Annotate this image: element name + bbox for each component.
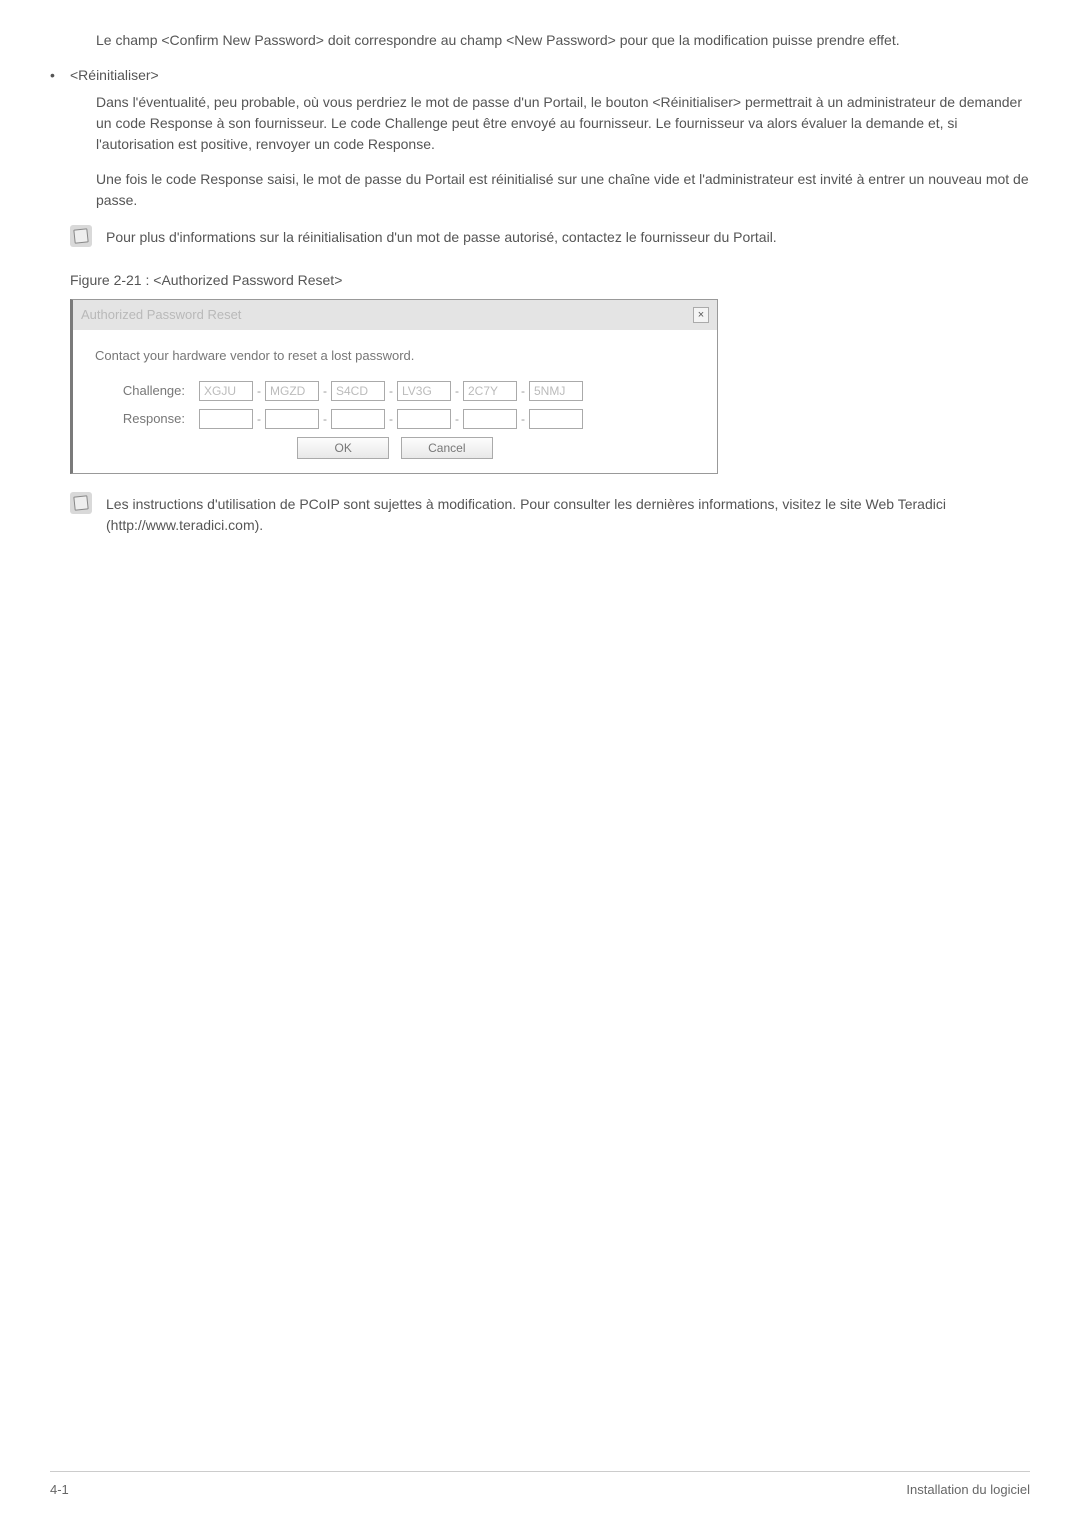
bullet-marker: •	[50, 65, 70, 86]
challenge-seg-2	[265, 381, 319, 401]
response-seg-5[interactable]	[463, 409, 517, 429]
page-footer: 4-1 Installation du logiciel	[50, 1471, 1030, 1500]
cancel-button[interactable]: Cancel	[401, 437, 493, 459]
response-seg-2[interactable]	[265, 409, 319, 429]
paragraph-confirm-match: Le champ <Confirm New Password> doit cor…	[96, 30, 1030, 51]
response-row: Response: - - - - -	[95, 409, 695, 429]
challenge-seg-5	[463, 381, 517, 401]
bullet-item-reinitialiser: • <Réinitialiser>	[50, 65, 1030, 86]
challenge-seg-6	[529, 381, 583, 401]
dash-icon: -	[521, 382, 525, 400]
footer-section-title: Installation du logiciel	[906, 1480, 1030, 1500]
note-text-2: Les instructions d'utilisation de PCoIP …	[106, 492, 1030, 536]
note-text-1: Pour plus d'informations sur la réinitia…	[106, 225, 1030, 248]
dash-icon: -	[389, 410, 393, 428]
challenge-label: Challenge:	[95, 381, 199, 401]
challenge-seg-1	[199, 381, 253, 401]
response-seg-4[interactable]	[397, 409, 451, 429]
dash-icon: -	[323, 410, 327, 428]
dialog-instruction: Contact your hardware vendor to reset a …	[95, 346, 695, 366]
challenge-seg-3	[331, 381, 385, 401]
note-icon	[70, 225, 92, 247]
paragraph-reinit-body2: Une fois le code Response saisi, le mot …	[96, 169, 1030, 211]
dash-icon: -	[323, 382, 327, 400]
dash-icon: -	[257, 410, 261, 428]
note-block-2: Les instructions d'utilisation de PCoIP …	[70, 492, 1030, 536]
dash-icon: -	[455, 410, 459, 428]
ok-button[interactable]: OK	[297, 437, 389, 459]
close-icon[interactable]: ×	[693, 307, 709, 323]
footer-page-number: 4-1	[50, 1480, 69, 1500]
dialog-title-text: Authorized Password Reset	[81, 305, 241, 325]
note-icon	[70, 492, 92, 514]
response-seg-1[interactable]	[199, 409, 253, 429]
response-seg-3[interactable]	[331, 409, 385, 429]
challenge-row: Challenge: - - - - -	[95, 381, 695, 401]
authorized-password-reset-dialog: Authorized Password Reset × Contact your…	[70, 299, 718, 474]
dash-icon: -	[389, 382, 393, 400]
dash-icon: -	[455, 382, 459, 400]
figure-caption: Figure 2-21 : <Authorized Password Reset…	[70, 270, 1030, 291]
dash-icon: -	[521, 410, 525, 428]
response-label: Response:	[95, 409, 199, 429]
note-block-1: Pour plus d'informations sur la réinitia…	[70, 225, 1030, 248]
paragraph-reinit-body1: Dans l'éventualité, peu probable, où vou…	[96, 92, 1030, 155]
dialog-titlebar: Authorized Password Reset ×	[73, 300, 717, 330]
dash-icon: -	[257, 382, 261, 400]
response-seg-6[interactable]	[529, 409, 583, 429]
bullet-label: <Réinitialiser>	[70, 65, 1030, 86]
challenge-seg-4	[397, 381, 451, 401]
